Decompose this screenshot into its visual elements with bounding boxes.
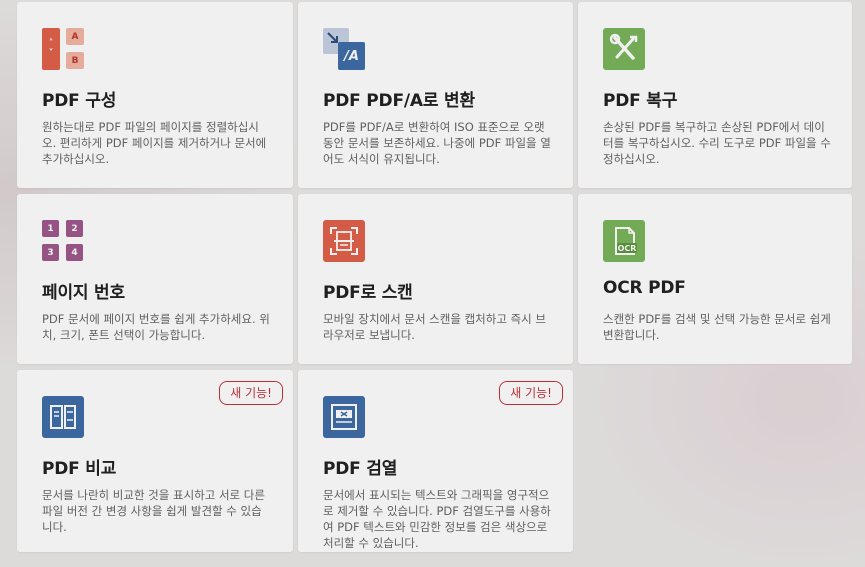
ocr-icon: OCR	[603, 220, 645, 262]
wrench-screwdriver-icon	[609, 33, 638, 60]
tool-title: PDF 복구	[603, 91, 678, 111]
tool-card-page-numbers[interactable]: 1 2 3 4 페이지 번호 PDF 문서에 페이지 번호를 쉽게 추가하세요.…	[17, 194, 293, 364]
tool-description: PDF를 PDF/A로 변환하여 ISO 표준으로 오랫동안 문서를 보존하세요…	[323, 120, 551, 166]
tool-description: PDF 문서에 페이지 번호를 쉽게 추가하세요. 위치, 크기, 폰트 선택이…	[42, 312, 270, 342]
ocr-document-icon	[615, 227, 635, 255]
scan-document-icon	[323, 220, 365, 262]
pdfa-convert-icon: /A	[323, 28, 365, 70]
tool-card-compare[interactable]: 새 기능! PDF 비교 문서를 나란히 비교한 것을 표시하고 서로 다른 파…	[17, 370, 293, 552]
tool-title: 페이지 번호	[42, 283, 125, 303]
scanner-frame-icon	[330, 227, 358, 255]
tool-card-pdfa[interactable]: /A PDF PDF/A로 변환 PDF를 PDF/A로 변환하여 ISO 표준…	[298, 2, 573, 188]
tool-title: PDF로 스캔	[323, 283, 413, 303]
organize-pages-icon: ˄ ˅ A B	[42, 28, 84, 70]
side-by-side-icon	[50, 405, 76, 429]
tool-description: 모바일 장치에서 문서 스캔을 캡처하고 즉시 브라우저로 보냅니다.	[323, 312, 546, 342]
new-feature-badge: 새 기능!	[499, 381, 563, 405]
tool-title: PDF PDF/A로 변환	[323, 91, 475, 111]
tool-card-ocr[interactable]: OCR OCR PDF 스캔한 PDF를 검색 및 선택 가능한 문서로 쉽게 …	[578, 194, 852, 364]
tool-card-repair[interactable]: PDF 복구 손상된 PDF를 복구하고 손상된 PDF에서 데이터를 복구하십…	[578, 2, 852, 188]
tool-description: 문서에서 표시되는 텍스트와 그래픽을 영구적으로 제거할 수 있습니다. PD…	[323, 488, 551, 550]
tool-description: 손상된 PDF를 복구하고 손상된 PDF에서 데이터를 복구하십시오. 수리 …	[603, 120, 831, 166]
tool-card-scan-to-pdf[interactable]: PDF로 스캔 모바일 장치에서 문서 스캔을 캡처하고 즉시 브라우저로 보냅…	[298, 194, 573, 364]
page-numbers-icon: 1 2 3 4	[42, 220, 84, 262]
redact-icon	[323, 396, 365, 438]
repair-tools-icon	[603, 28, 645, 70]
tool-card-redact[interactable]: 새 기능! PDF 검열 문서에서 표시되는 텍스트와 그래픽을 영구적으로 제…	[298, 370, 573, 552]
tool-description: 문서를 나란히 비교한 것을 표시하고 서로 다른 파일 버전 간 변경 사항을…	[42, 488, 265, 534]
tool-description: 원하는대로 PDF 파일의 페이지를 정렬하십시오. 편리하게 PDF 페이지를…	[42, 120, 267, 166]
tool-title: OCR PDF	[603, 278, 686, 298]
redact-document-icon	[331, 404, 357, 430]
compare-icon	[42, 396, 84, 438]
tool-title: PDF 비교	[42, 459, 117, 479]
tool-description: 스캔한 PDF를 검색 및 선택 가능한 문서로 쉽게 변환합니다.	[603, 312, 831, 342]
tool-title: PDF 구성	[42, 91, 117, 111]
new-feature-badge: 새 기능!	[219, 381, 283, 405]
tool-card-organize-pdf[interactable]: ˄ ˅ A B PDF 구성 원하는대로 PDF 파일의 페이지를 정렬하십시오.…	[17, 2, 293, 188]
tool-title: PDF 검열	[323, 459, 398, 479]
